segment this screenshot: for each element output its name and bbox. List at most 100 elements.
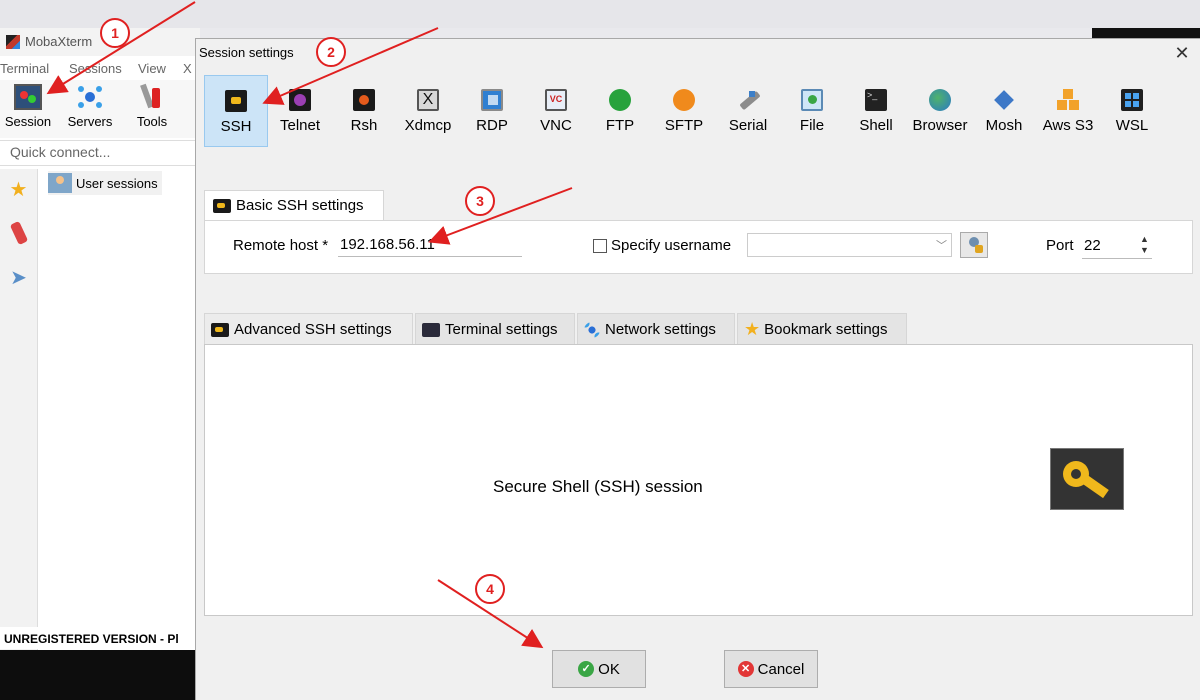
session-type-label: SFTP: [664, 117, 704, 134]
session-type-label: Rsh: [350, 117, 378, 134]
servers-icon: [76, 84, 104, 110]
user-sessions-label: User sessions: [76, 175, 158, 191]
tools-rail-icon[interactable]: [0, 213, 37, 253]
tools-button[interactable]: Tools: [124, 82, 180, 134]
session-type-file[interactable]: File: [780, 75, 844, 147]
session-description: Secure Shell (SSH) session: [493, 477, 703, 496]
close-icon[interactable]: ✕: [1170, 42, 1194, 64]
network-icon: [584, 321, 600, 338]
serial-plug-icon: [737, 89, 761, 111]
session-type-serial[interactable]: Serial: [716, 75, 780, 147]
session-type-label: Serial: [728, 117, 768, 134]
favorites-star-icon[interactable]: ★: [0, 169, 37, 209]
cancel-button-label: Cancel: [757, 660, 805, 678]
user-folder-icon: [48, 173, 72, 193]
chevron-down-icon: ﹀: [936, 240, 947, 252]
mobaxterm-logo-icon: [6, 35, 20, 49]
tab-label: Terminal settings: [445, 321, 558, 338]
status-bar: UNREGISTERED VERSION - Pl: [0, 627, 200, 649]
port-label: Port: [1046, 237, 1074, 254]
session-type-rdp[interactable]: RDP: [460, 75, 524, 147]
session-type-label: Aws S3: [1042, 117, 1094, 134]
menu-x[interactable]: X: [183, 61, 192, 76]
browser-globe-icon: [929, 89, 951, 111]
annotation-badge-4: 4: [475, 574, 505, 604]
advanced-content-panel: Secure Shell (SSH) session: [204, 344, 1193, 616]
menu-terminal[interactable]: Terminal: [0, 61, 49, 76]
session-type-vnc[interactable]: VC VNC: [524, 75, 588, 147]
vnc-icon: VC: [545, 89, 567, 111]
cancel-button[interactable]: ✕ Cancel: [724, 650, 818, 688]
session-type-aws-s3[interactable]: Aws S3: [1036, 75, 1100, 147]
tab-network-settings[interactable]: Network settings: [577, 313, 735, 345]
remote-host-input[interactable]: [338, 233, 522, 257]
session-type-wsl[interactable]: WSL: [1100, 75, 1164, 147]
tab-terminal-settings[interactable]: Terminal settings: [415, 313, 575, 345]
terminal-icon: [422, 322, 440, 337]
session-type-label: Browser: [912, 117, 968, 134]
basic-settings-panel: Remote host * Specify username ﹀ Port ▲▼: [204, 220, 1193, 274]
key-icon: [213, 198, 231, 213]
session-type-sftp[interactable]: SFTP: [652, 75, 716, 147]
tab-label: Network settings: [605, 321, 716, 338]
cancel-x-icon: ✕: [737, 661, 754, 677]
star-icon: ★: [744, 319, 761, 339]
session-button[interactable]: Session: [0, 82, 56, 134]
session-type-label: VNC: [540, 117, 572, 134]
ok-button-label: OK: [598, 660, 620, 678]
port-spinner-icon[interactable]: ▲ ▼: [1140, 234, 1149, 256]
session-type-label: FTP: [605, 117, 635, 134]
specify-username-label: Specify username: [611, 237, 732, 254]
quick-connect-input[interactable]: Quick connect...: [0, 140, 200, 166]
user-sessions-folder[interactable]: User sessions: [48, 171, 162, 195]
session-type-browser[interactable]: Browser: [908, 75, 972, 147]
ok-button[interactable]: ✓ OK: [552, 650, 646, 688]
session-type-mosh[interactable]: Mosh: [972, 75, 1036, 147]
session-type-label: SSH: [220, 118, 252, 135]
session-type-label: Mosh: [985, 117, 1023, 134]
username-dropdown[interactable]: ﹀: [747, 233, 952, 257]
session-type-label: Shell: [859, 117, 893, 134]
session-type-telnet[interactable]: Telnet: [268, 75, 332, 147]
session-monitor-icon: [14, 84, 42, 110]
tab-advanced-ssh-settings[interactable]: Advanced SSH settings: [204, 313, 413, 345]
background-dark-area: [0, 650, 200, 700]
ssh-key-icon: [225, 90, 247, 112]
mobaxterm-toolbar: Session Servers Tools: [0, 80, 200, 138]
session-type-shell[interactable]: >_ Shell: [844, 75, 908, 147]
menu-sessions[interactable]: Sessions: [69, 61, 122, 76]
send-plane-icon[interactable]: ➤: [0, 257, 37, 297]
tab-label: Advanced SSH settings: [234, 321, 392, 338]
session-button-label: Session: [4, 114, 52, 129]
session-type-label: File: [799, 117, 825, 134]
session-type-ftp[interactable]: FTP: [588, 75, 652, 147]
session-settings-dialog: Session settings ✕ SSH Telnet Rsh X Xdmc…: [195, 38, 1200, 700]
ftp-globe-icon: [609, 89, 631, 111]
menu-view[interactable]: View: [138, 61, 166, 76]
session-type-xdmcp[interactable]: X Xdmcp: [396, 75, 460, 147]
mobaxterm-title: MobaXterm: [25, 34, 93, 49]
specify-username-checkbox[interactable]: [593, 239, 607, 253]
tools-button-label: Tools: [136, 114, 168, 129]
user-credentials-button[interactable]: [960, 232, 988, 258]
annotation-badge-1: 1: [100, 18, 130, 48]
telnet-icon: [289, 89, 311, 111]
session-type-rsh[interactable]: Rsh: [332, 75, 396, 147]
tab-basic-ssh-settings[interactable]: Basic SSH settings: [204, 190, 384, 220]
basic-tab-label: Basic SSH settings: [236, 197, 364, 214]
session-type-label: RDP: [476, 117, 508, 134]
session-type-ssh[interactable]: SSH: [204, 75, 268, 147]
session-type-label: Xdmcp: [404, 117, 452, 134]
tab-bookmark-settings[interactable]: ★ Bookmark settings: [737, 313, 907, 345]
mosh-satellite-icon: [993, 89, 1015, 111]
desktop-top-strip: [0, 0, 1200, 28]
wsl-windows-icon: [1121, 89, 1143, 111]
sftp-globe-icon: [673, 89, 695, 111]
xdmcp-icon: X: [417, 89, 439, 111]
mobaxterm-menubar: Terminal Sessions View X: [0, 61, 200, 79]
servers-button[interactable]: Servers: [62, 82, 118, 134]
file-monitor-icon: [801, 89, 823, 111]
shell-terminal-icon: >_: [865, 89, 887, 111]
session-type-label: Telnet: [279, 117, 321, 134]
check-icon: ✓: [578, 661, 595, 677]
